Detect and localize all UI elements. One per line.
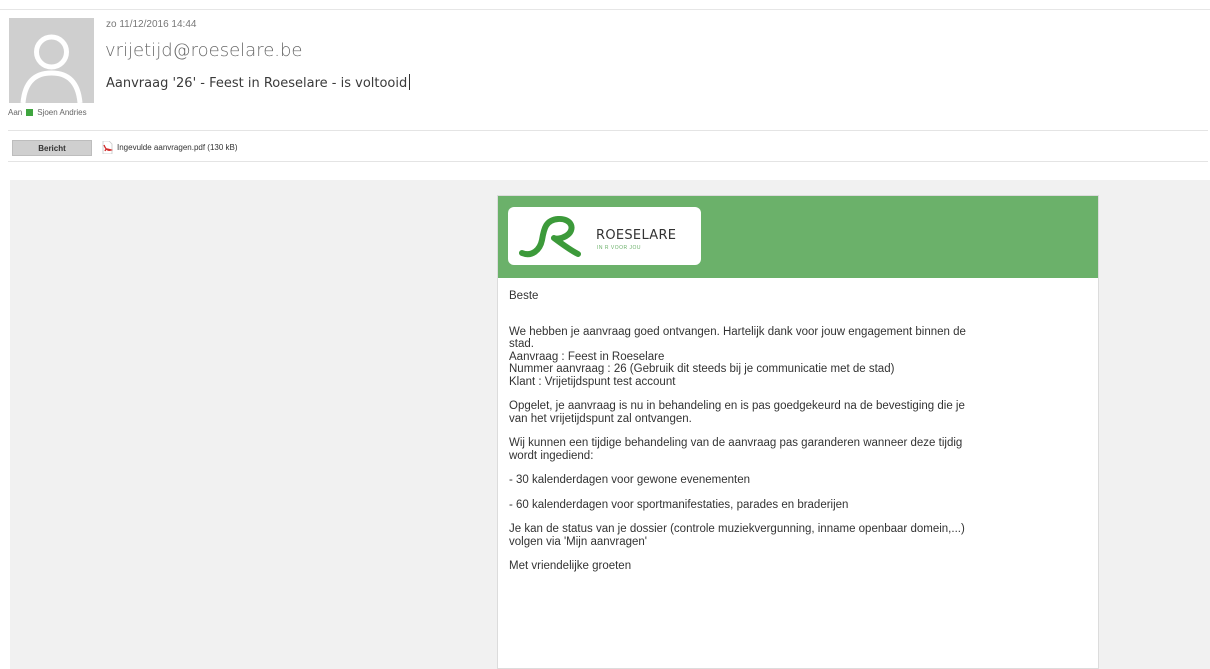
list-item: - 30 kalenderdagen voor gewone evenement… [509, 474, 751, 486]
divider [8, 161, 1208, 162]
closing: Met vriendelijke groeten [509, 560, 632, 572]
message-date: zo 11/12/2016 14:44 [106, 19, 197, 30]
body-text: stad. [509, 338, 534, 350]
recipients-row: Aan Sjoen Andries [8, 108, 87, 117]
person-icon [9, 18, 94, 103]
logo-tagline: IN R VOOR JOU [597, 245, 642, 251]
pdf-icon [102, 140, 114, 155]
body-text: van het vrijetijdspunt zal ontvangen. [509, 412, 692, 425]
subject-text: Aanvraag '26' - Feest in Roeselare - is … [106, 76, 408, 91]
avatar [9, 18, 94, 103]
detail-aanvraag: Aanvraag : Feest in Roeselare [509, 350, 665, 363]
message-subject: Aanvraag '26' - Feest in Roeselare - is … [106, 74, 411, 91]
body-text: Je kan de status van je dossier (control… [509, 523, 965, 535]
email-card: ROESELARE IN R VOOR JOU Beste We hebben … [497, 195, 1099, 669]
attachment-pdf[interactable]: Ingevulde aanvragen.pdf (130 kB) [102, 140, 238, 155]
tab-message[interactable]: Bericht [12, 140, 92, 156]
recipient-name[interactable]: Sjoen Andries [37, 108, 86, 117]
email-body: Beste We hebben je aanvraag goed ontvang… [498, 278, 1098, 573]
body-text: We hebben je aanvraag goed ontvangen. Ha… [509, 325, 966, 338]
roeselare-logo: ROESELARE IN R VOOR JOU [508, 207, 701, 265]
logo-text: ROESELARE [596, 228, 677, 243]
to-label: Aan [8, 108, 23, 117]
toolbar-strip [0, 0, 1210, 10]
detail-nummer: Nummer aanvraag : 26 (Gebruik dit steeds… [509, 363, 895, 375]
divider [8, 130, 1208, 131]
message-header: zo 11/12/2016 14:44 vrijetijd@roeselare.… [0, 10, 1210, 130]
email-banner: ROESELARE IN R VOOR JOU [498, 196, 1098, 278]
logo-mark-icon [519, 215, 581, 258]
attachment-bar: Bericht Ingevulde aanvragen.pdf (130 kB) [0, 136, 1210, 158]
body-text: Wij kunnen een tijdige behandeling van d… [509, 437, 963, 449]
body-text: volgen via 'Mijn aanvragen' [509, 535, 647, 548]
body-text: wordt ingediend: [509, 449, 594, 462]
detail-klant: Klant : Vrijetijdspunt test account [509, 375, 676, 388]
attachment-name: Ingevulde aanvragen.pdf (130 kB) [117, 143, 238, 152]
list-item: - 60 kalenderdagen voor sportmanifestati… [509, 498, 849, 511]
sender-address[interactable]: vrijetijd@roeselare.be [105, 40, 303, 61]
text-cursor [409, 74, 411, 90]
greeting: Beste [509, 290, 539, 302]
body-text: Opgelet, je aanvraag is nu in behandelin… [509, 400, 965, 412]
presence-icon [26, 109, 34, 116]
